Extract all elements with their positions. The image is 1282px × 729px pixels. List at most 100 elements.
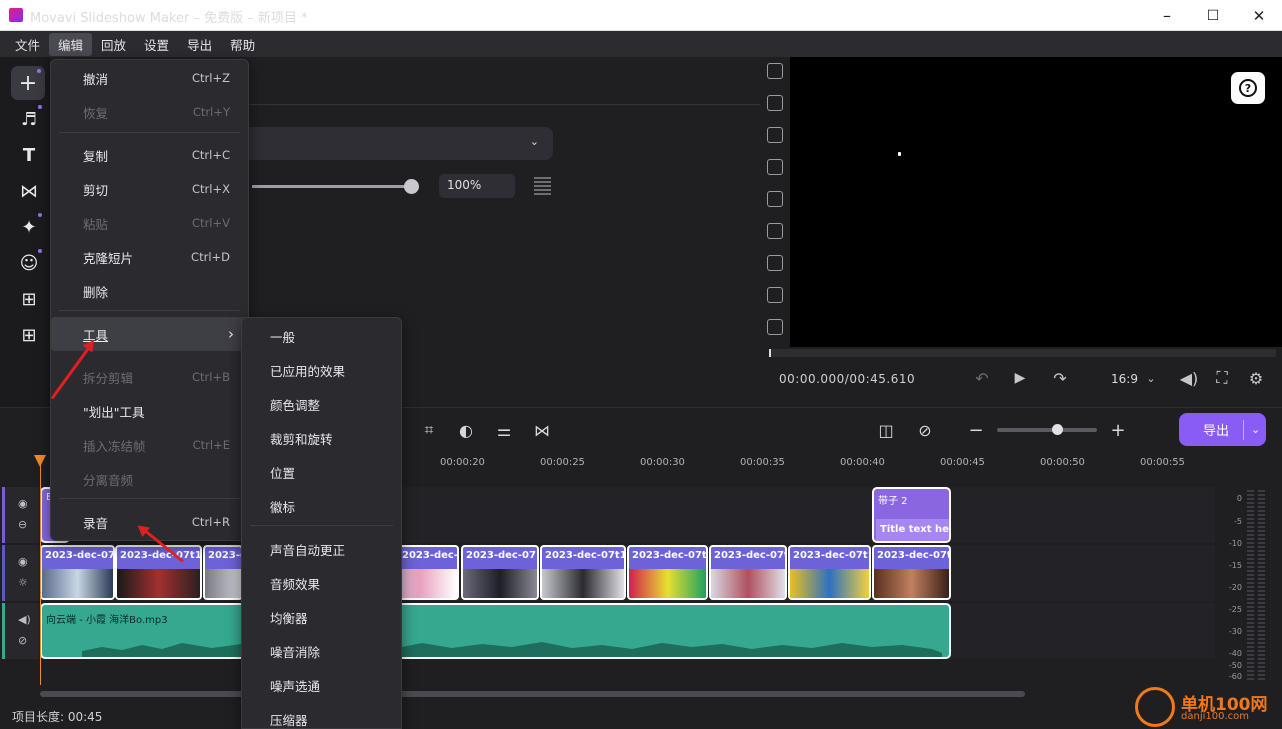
redo-icon[interactable]: ↷: [1048, 366, 1072, 390]
menu-edit[interactable]: 编辑: [49, 32, 93, 56]
submenu-crop-rotate[interactable]: 裁剪和旋转: [242, 421, 401, 455]
crop-icon[interactable]: ⌗: [416, 418, 442, 442]
store-icon[interactable]: ⊞: [12, 282, 46, 316]
stickers-icon[interactable]: ☺: [12, 246, 46, 280]
menu-copy[interactable]: 复制 Ctrl+C: [51, 138, 248, 172]
menu-freeze-frame[interactable]: 插入冻结帧 Ctrl+E: [51, 428, 248, 462]
minimize-button[interactable]: –: [1144, 0, 1190, 31]
fullscreen-icon[interactable]: ⛶: [1210, 366, 1234, 390]
audio-clip[interactable]: 向云端 - 小霞 海洋Bo.mp3: [40, 603, 951, 659]
close-button[interactable]: ✕: [1236, 0, 1282, 31]
submenu-noise-gate[interactable]: 噪声选通: [242, 668, 401, 702]
more-tools-icon[interactable]: ⊞: [12, 318, 46, 352]
chevron-down-icon[interactable]: ⌄: [1139, 366, 1163, 390]
music-icon[interactable]: ♬: [12, 102, 46, 136]
video-clip[interactable]: 2023-dec-07t: [872, 545, 951, 600]
split-audio-icon[interactable]: ◫: [873, 418, 899, 442]
menu-file[interactable]: 文件: [6, 33, 49, 56]
aspect-ratio-select[interactable]: 16:9: [1111, 372, 1138, 386]
menu-split-clip[interactable]: 拆分剪辑 Ctrl+B: [51, 360, 248, 394]
zoom-slider-track[interactable]: [252, 185, 412, 188]
color-adjust-icon[interactable]: ◐: [453, 418, 479, 442]
video-clip[interactable]: 2023-dec-07: [461, 545, 539, 600]
zoom-slider-handle[interactable]: [404, 179, 419, 194]
eye-icon[interactable]: ◉: [18, 497, 28, 510]
zoom-percent-input[interactable]: 100%: [439, 174, 515, 198]
submenu-equalizer[interactable]: 均衡器: [242, 600, 401, 634]
volume-icon[interactable]: ◀): [18, 613, 31, 626]
menu-item-shortcut: Ctrl+E: [192, 438, 230, 452]
submenu-auto-sound[interactable]: 声音自动更正: [242, 532, 401, 566]
menu-settings[interactable]: 设置: [135, 33, 178, 56]
chevron-down-icon[interactable]: ⌄: [1251, 423, 1260, 436]
volume-icon[interactable]: ◀): [1177, 366, 1201, 390]
menu-help[interactable]: 帮助: [221, 33, 264, 56]
menu-blade-tool[interactable]: "划出"工具: [51, 394, 248, 428]
unlink-icon[interactable]: ⊘: [18, 634, 27, 647]
export-button[interactable]: 导出 ⌄: [1179, 413, 1266, 446]
brightness-icon[interactable]: ☼: [18, 576, 28, 589]
effects-icon[interactable]: ✦: [12, 210, 46, 244]
menu-delete[interactable]: 删除: [51, 274, 248, 308]
timeline-zoom-track[interactable]: [997, 428, 1097, 432]
submenu-position[interactable]: 位置: [242, 455, 401, 489]
frame-checkbox[interactable]: [767, 127, 783, 143]
play-icon[interactable]: ▶: [1008, 366, 1032, 390]
video-clip[interactable]: 2023-dec-07t: [709, 545, 787, 600]
menu-paste[interactable]: 粘贴 Ctrl+V: [51, 206, 248, 240]
submenu-general[interactable]: 一般: [242, 319, 401, 353]
submenu-audio-effects[interactable]: 音频效果: [242, 566, 401, 600]
menu-playback[interactable]: 回放: [92, 33, 135, 56]
preview-scrubber[interactable]: [769, 349, 1276, 357]
menu-item-shortcut: Ctrl+B: [192, 370, 230, 384]
frame-checkbox[interactable]: [767, 63, 783, 79]
undo-icon[interactable]: ↶: [970, 366, 994, 390]
video-clip[interactable]: 2023-dec-07t1: [627, 545, 708, 600]
help-button[interactable]: ?: [1231, 72, 1265, 104]
menu-tools[interactable]: 工具 ›: [51, 317, 248, 351]
adjust-sliders-icon[interactable]: ⚌: [491, 418, 517, 442]
menu-redo[interactable]: 恢复 Ctrl+Y: [51, 95, 248, 129]
video-clip[interactable]: 2023-dec-07t1: [788, 545, 871, 600]
video-clip[interactable]: 2023-dec-07t11: [115, 545, 202, 600]
zoom-in-icon[interactable]: +: [1105, 418, 1131, 442]
transitions-icon[interactable]: ⋈: [12, 174, 46, 208]
frame-checkbox[interactable]: [767, 287, 783, 303]
transition-icon[interactable]: ⋈: [529, 418, 555, 442]
submenu-noise-removal[interactable]: 噪音消除: [242, 634, 401, 668]
menu-undo[interactable]: 撤消 Ctrl+Z: [51, 61, 248, 95]
text-icon[interactable]: T: [12, 138, 46, 172]
submenu-applied-effects[interactable]: 已应用的效果: [242, 353, 401, 387]
frame-checkbox[interactable]: [767, 159, 783, 175]
maximize-button[interactable]: ☐: [1190, 0, 1236, 31]
menu-export[interactable]: 导出: [178, 33, 221, 56]
submenu-color-adjust[interactable]: 颜色调整: [242, 387, 401, 421]
link-icon[interactable]: ⊖: [18, 518, 27, 531]
submenu-compressor[interactable]: 压缩器: [242, 702, 401, 729]
list-lines-icon[interactable]: [534, 177, 551, 195]
timeline-zoom-handle[interactable]: [1052, 424, 1063, 435]
video-clip[interactable]: 2023-dec-07: [40, 545, 115, 600]
frame-checkbox[interactable]: [767, 319, 783, 335]
preset-dropdown[interactable]: ⌄: [240, 127, 553, 160]
video-clip[interactable]: 2023-dec: [203, 545, 243, 600]
menu-clone-clip[interactable]: 克隆短片 Ctrl+D: [51, 240, 248, 274]
menu-item-label: 压缩器: [270, 712, 308, 728]
title-clip[interactable]: 带子 2 Title text here: [872, 487, 951, 543]
frame-checkbox[interactable]: [767, 191, 783, 207]
add-media-icon[interactable]: +: [11, 66, 45, 100]
frame-checkbox[interactable]: [767, 255, 783, 271]
menu-detach-audio[interactable]: 分离音频: [51, 462, 248, 496]
submenu-logo[interactable]: 徽标: [242, 489, 401, 523]
frame-checkbox[interactable]: [767, 95, 783, 111]
zoom-out-icon[interactable]: −: [963, 418, 989, 442]
record-icon[interactable]: ⊘: [912, 418, 938, 442]
menu-cut[interactable]: 剪切 Ctrl+X: [51, 172, 248, 206]
playhead[interactable]: [40, 455, 41, 685]
horizontal-scrollbar[interactable]: [40, 691, 1025, 697]
video-clip[interactable]: 2023-dec-07t1: [540, 545, 626, 600]
eye-icon[interactable]: ◉: [18, 555, 28, 568]
settings-gear-icon[interactable]: ⚙: [1244, 366, 1268, 390]
playhead-handle[interactable]: [34, 455, 46, 467]
frame-checkbox[interactable]: [767, 223, 783, 239]
